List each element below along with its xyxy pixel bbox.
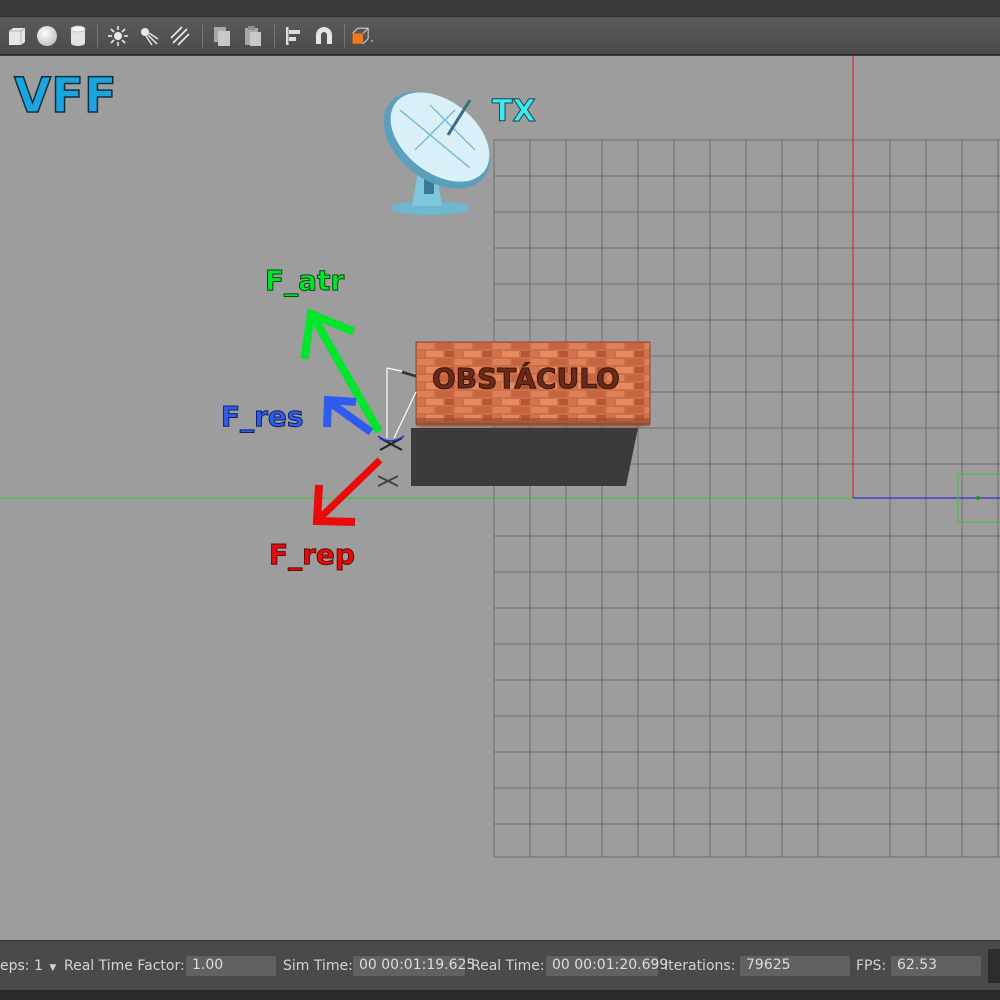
sphere-shape-icon[interactable] xyxy=(34,23,60,49)
force-vectors xyxy=(300,308,383,526)
f-atr-label: F_atr xyxy=(264,264,345,298)
cylinder-shape-icon[interactable] xyxy=(65,23,91,49)
vff-title: VFF xyxy=(13,67,117,125)
reset-button[interactable] xyxy=(988,949,1000,983)
satellite-dish xyxy=(383,91,491,215)
iterations-field: 79625 xyxy=(740,956,850,976)
chevron-down-icon[interactable]: ▼ xyxy=(49,963,56,973)
steps-value: 1 xyxy=(34,958,43,974)
3d-viewport[interactable]: VFF TX OBSTÁCULO F_atr F_res F_rep xyxy=(0,56,1000,940)
directional-light-icon[interactable] xyxy=(167,23,193,49)
paste-icon[interactable] xyxy=(240,23,266,49)
bottom-border xyxy=(0,990,1000,1000)
sim-time-field: 00 00:01:19.625 xyxy=(353,956,475,976)
steps-label: eps: xyxy=(0,958,30,974)
scene-canvas[interactable] xyxy=(0,56,1000,940)
f-rep-label: F_rep xyxy=(269,538,356,572)
real-time-field: 00 00:01:20.699 xyxy=(546,956,668,976)
spot-light-icon[interactable] xyxy=(136,23,162,49)
point-light-icon[interactable] xyxy=(105,23,131,49)
snap-magnet-icon[interactable] xyxy=(311,23,337,49)
real-time-factor-label: Real Time Factor: xyxy=(64,958,185,974)
real-time-factor-field: 1.00 xyxy=(186,956,276,976)
fps-label: FPS: xyxy=(856,958,887,974)
toolbar xyxy=(0,17,1000,55)
fps-field: 62.53 xyxy=(891,956,981,976)
steps-stepper[interactable]: 1 ▼ xyxy=(34,958,56,974)
f-res-label: F_res xyxy=(221,400,305,434)
obstacle-label: OBSTÁCULO xyxy=(432,362,621,396)
sim-time-label: Sim Time: xyxy=(283,958,353,974)
box-shape-icon[interactable] xyxy=(3,23,29,49)
view-angle-icon[interactable] xyxy=(350,23,376,49)
status-bar: eps: 1 ▼ Real Time Factor: 1.00 Sim Time… xyxy=(0,940,1000,990)
iterations-label: Iterations: xyxy=(664,958,736,974)
align-icon[interactable] xyxy=(281,23,307,49)
drone-model xyxy=(377,367,417,487)
real-time-label: Real Time: xyxy=(471,958,545,974)
copy-icon[interactable] xyxy=(209,23,235,49)
window-title-bar xyxy=(0,0,1000,17)
tx-label: TX xyxy=(492,94,537,130)
